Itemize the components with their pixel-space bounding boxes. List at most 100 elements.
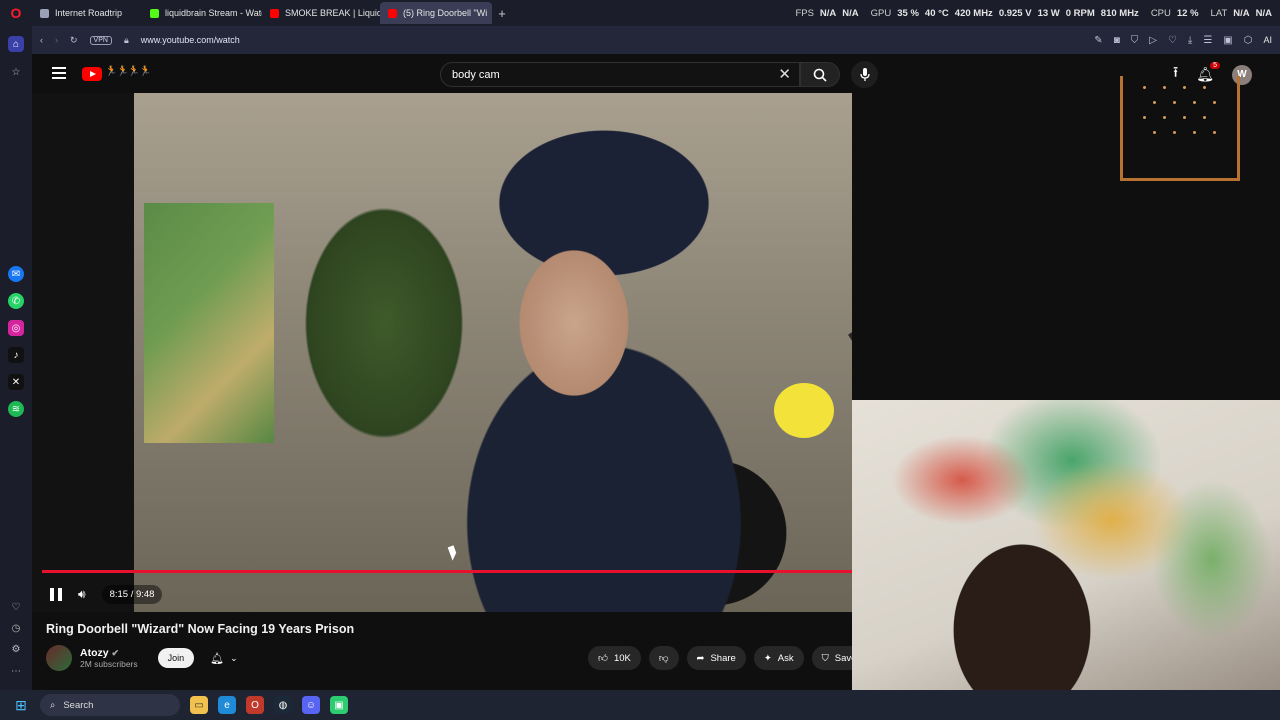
tab-ring-doorbell[interactable]: (5) Ring Doorbell "Wi xyxy=(380,2,492,24)
gpu-usage: 35 % xyxy=(897,7,919,19)
whatsapp-icon[interactable]: ✆ xyxy=(8,293,24,309)
search-icon: ⌕ xyxy=(50,699,56,711)
streamer-webcam-overlay xyxy=(852,400,1280,690)
opera-gx-icon[interactable]: O xyxy=(246,696,264,714)
microphone-icon xyxy=(859,67,870,81)
history-icon[interactable]: ◷ xyxy=(8,620,24,636)
settings-icon[interactable]: ⚙ xyxy=(8,641,24,657)
gpu-fan: 0 RPM xyxy=(1065,7,1095,19)
rubber-duck xyxy=(774,383,834,438)
video-player[interactable]: 🔊︎ 8:15 / 9:48 xyxy=(32,93,852,612)
volume-icon[interactable]: 🔊︎ xyxy=(78,587,86,602)
cpu-usage: 12 % xyxy=(1176,7,1199,19)
discord-icon[interactable]: ☺ xyxy=(302,696,320,714)
mic-boom-arm xyxy=(848,155,852,354)
share-label: Share xyxy=(710,652,736,664)
stream-plinko-widget xyxy=(1120,76,1240,181)
thumbs-up-icon: 👍︎ xyxy=(598,653,608,664)
channel-avatar[interactable] xyxy=(46,645,72,671)
spotify-icon[interactable]: ≋ xyxy=(8,401,24,417)
vpn-badge[interactable]: VPN xyxy=(89,35,112,45)
bell-icon: 🔔︎ xyxy=(210,652,225,665)
heart-icon[interactable]: ♡ xyxy=(1168,35,1177,46)
more-icon[interactable]: ⋯ xyxy=(8,663,24,679)
messenger-icon[interactable]: ✉ xyxy=(8,266,24,282)
gpu-temp: 40 °C xyxy=(924,7,949,19)
clear-search-icon[interactable]: ✕ xyxy=(778,65,791,83)
channel-name[interactable]: Atozy ✔ xyxy=(80,647,138,659)
video-progress-bar[interactable] xyxy=(42,570,852,573)
address-bar: ‹ › ↻ VPN 🔒︎ www.youtube.com/watch ✎ ◙ ⛉… xyxy=(32,26,1280,54)
logo-doodle-icon[interactable]: 🏃🏃🏃🏃 xyxy=(105,66,152,77)
youtube-icon xyxy=(388,8,397,18)
tab-smoke-break[interactable]: SMOKE BREAK | Liquid Dr xyxy=(262,2,380,24)
channel-row: Atozy ✔ 2M subscribers Join 🔔︎ ⌄ xyxy=(46,645,238,671)
edit-icon[interactable]: ✎ xyxy=(1094,35,1102,46)
file-explorer-icon[interactable]: ▭ xyxy=(190,696,208,714)
tab-label: Internet Roadtrip xyxy=(55,8,123,18)
tab-internet-roadtrip[interactable]: Internet Roadtrip xyxy=(32,2,142,24)
x-twitter-icon[interactable]: ✕ xyxy=(8,374,24,390)
reload-icon[interactable]: ↻ xyxy=(70,35,78,46)
subscription-bell-button[interactable]: 🔔︎ ⌄ xyxy=(210,652,238,665)
instagram-icon[interactable]: ◎ xyxy=(8,320,24,336)
ai-button[interactable]: AI xyxy=(1263,35,1272,45)
fps-label: FPS xyxy=(795,7,814,19)
like-button[interactable]: 👍︎ 10K xyxy=(588,646,641,670)
heart-icon[interactable]: ♡ xyxy=(8,599,24,615)
ask-button[interactable]: ✦ Ask xyxy=(753,646,804,670)
pause-button[interactable] xyxy=(50,588,62,601)
fps-value-2: N/A xyxy=(842,7,859,19)
voice-search-button[interactable] xyxy=(851,61,878,88)
search-input[interactable]: body cam ✕ xyxy=(440,62,800,87)
time-display: 8:15 / 9:48 xyxy=(101,585,163,604)
youtube-logo-icon[interactable] xyxy=(82,67,102,81)
forward-icon[interactable]: › xyxy=(55,35,58,45)
play-icon[interactable]: ▷ xyxy=(1149,35,1157,46)
notification-badge: 5 xyxy=(1210,62,1220,69)
back-icon[interactable]: ‹ xyxy=(40,35,43,45)
tab-liquidbrain-stream[interactable]: liquidbrain Stream - Watc xyxy=(142,2,262,24)
windows-start-icon[interactable]: ⊞ xyxy=(12,696,30,714)
windows-taskbar: ⊞ ⌕ Search ▭ e O ◍ ☺ ▣ xyxy=(0,690,1280,720)
edge-icon[interactable]: e xyxy=(218,696,236,714)
search-icon xyxy=(813,68,827,82)
taskbar-search[interactable]: ⌕ Search xyxy=(40,694,180,716)
address-bar-actions: ✎ ◙ ⛉ ▷ ♡ ⤓ ☰ ▣ ⬡ AI xyxy=(1094,35,1272,46)
gpu-label: GPU xyxy=(870,7,892,19)
channel-name-text: Atozy xyxy=(80,647,109,659)
steam-icon[interactable]: ◍ xyxy=(274,696,292,714)
lock-icon: 🔒︎ xyxy=(123,34,129,45)
extensions-icon[interactable]: ⬡ xyxy=(1244,35,1253,46)
shield-icon[interactable]: ⛉ xyxy=(1131,35,1139,46)
join-button[interactable]: Join xyxy=(157,648,195,668)
video-title: Ring Doorbell "Wizard" Now Facing 19 Yea… xyxy=(46,622,355,636)
like-count: 10K xyxy=(613,652,631,664)
gpu-power: 13 W xyxy=(1037,7,1060,19)
new-tab-button[interactable]: + xyxy=(492,6,512,21)
dislike-button[interactable]: 👎︎ xyxy=(648,646,679,670)
fps-value: N/A xyxy=(819,7,837,19)
share-button[interactable]: ➦ Share xyxy=(686,646,746,670)
lat-label: LAT xyxy=(1210,7,1228,19)
wallet-icon[interactable]: ▣ xyxy=(1223,35,1232,46)
bookmarks-icon[interactable]: ☆ xyxy=(8,64,24,80)
ask-label: Ask xyxy=(777,652,794,664)
opera-logo-icon[interactable]: O xyxy=(0,0,32,26)
hamburger-menu-icon[interactable] xyxy=(52,67,66,79)
youtube-icon xyxy=(270,8,279,18)
performance-overlay: FPS N/A N/A GPU 35 % 40 °C 420 MHz 0.925… xyxy=(795,0,1272,26)
lat-value-2: N/A xyxy=(1255,7,1272,19)
wall-map-decoration xyxy=(144,203,274,443)
home-icon[interactable]: ⌂ xyxy=(8,36,24,52)
search-query: body cam xyxy=(452,68,500,81)
search-button[interactable] xyxy=(800,62,840,87)
url-field[interactable]: www.youtube.com/watch xyxy=(141,35,240,45)
gpu-clock: 420 MHz xyxy=(954,7,993,19)
camera-icon[interactable]: ◙ xyxy=(1114,35,1120,46)
tiktok-icon[interactable]: ♪ xyxy=(8,347,24,363)
app-icon[interactable]: ▣ xyxy=(330,696,348,714)
download-icon[interactable]: ⤓ xyxy=(1188,35,1192,46)
menu-icon[interactable]: ☰ xyxy=(1203,35,1212,46)
verified-icon: ✔ xyxy=(111,648,120,658)
